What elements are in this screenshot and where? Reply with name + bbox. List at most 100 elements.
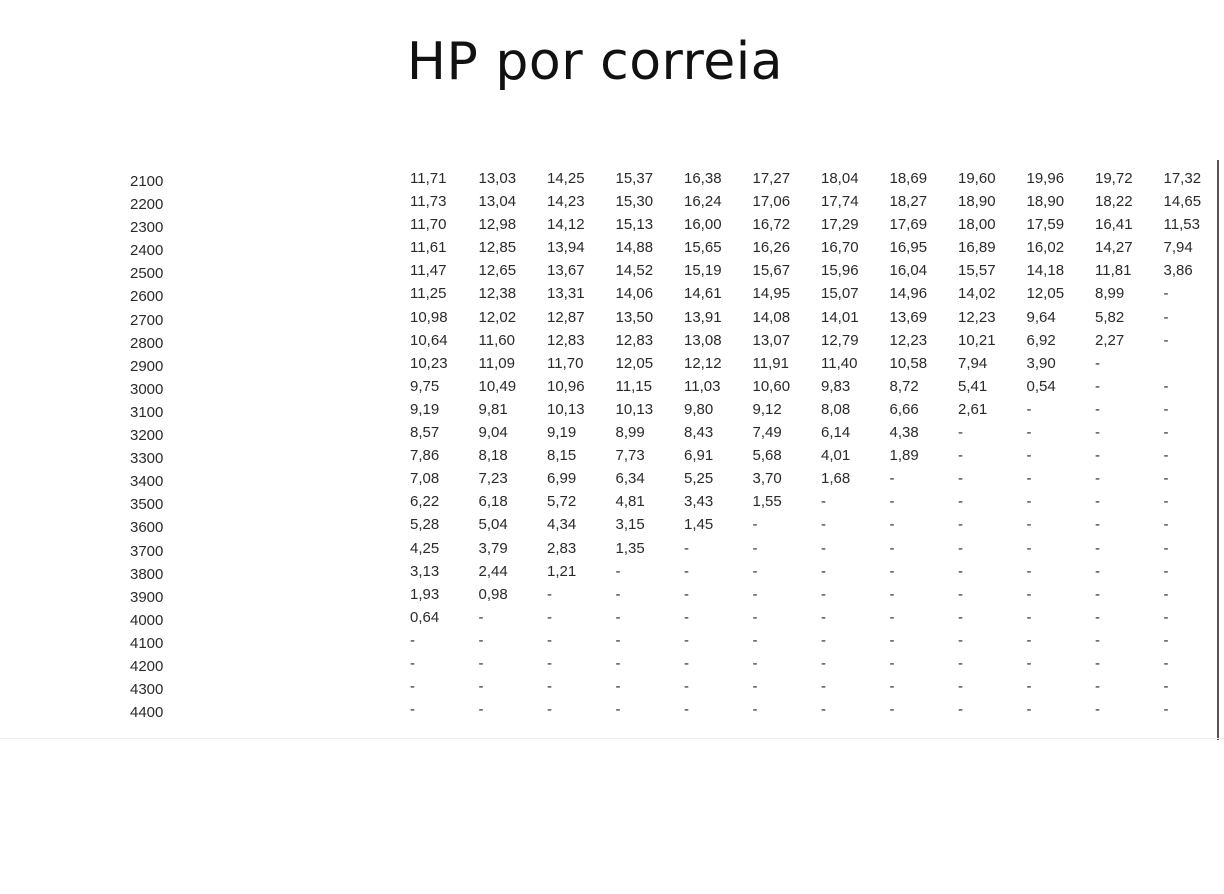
table-cell: - <box>821 585 826 603</box>
rpm-cell: 3200 <box>130 427 164 445</box>
table-cell: - <box>1095 470 1100 488</box>
table-cell: 7,73 <box>615 447 645 465</box>
table-cell: 18,90 <box>958 193 996 211</box>
hp-table: 11,71 13,03 14,25 15,37 16,38 17,27 18,04 18,69… <box>410 167 1210 721</box>
table-cell: 7,23 <box>478 470 508 488</box>
table-cell: - <box>1163 400 1169 418</box>
table-cell: 16,00 <box>684 216 722 234</box>
table-cell: 11,47 <box>410 262 447 280</box>
table-cell: 13,04 <box>478 193 517 211</box>
table-cell: 16,26 <box>752 239 791 257</box>
table-cell: - <box>1095 654 1100 672</box>
table-cell: 10,21 <box>958 331 996 349</box>
table-cell: - <box>615 701 621 719</box>
rpm-cell: 2500 <box>130 265 164 283</box>
table-cell: 15,67 <box>752 262 791 280</box>
table-cell: - <box>821 562 826 580</box>
table-cell: 10,96 <box>547 377 585 395</box>
table-cell: 9,75 <box>410 377 440 395</box>
rpm-cell: 3500 <box>130 496 164 514</box>
table-cell: 11,03 <box>684 377 721 395</box>
table-cell: - <box>547 585 552 603</box>
table-right-border <box>1217 160 1219 740</box>
table-cell: 17,06 <box>752 193 791 211</box>
table-cell: - <box>1163 678 1169 696</box>
rpm-cell: 2200 <box>130 196 164 214</box>
table-cell: - <box>1163 516 1169 534</box>
table-cell: - <box>958 562 963 580</box>
table-cell: - <box>889 701 895 719</box>
table-cell: 19,60 <box>958 170 996 187</box>
table-cell: 15,37 <box>615 170 654 187</box>
table-cell: 14,27 <box>1095 239 1133 257</box>
table-cell: 15,07 <box>821 285 859 303</box>
table-cell: 1,89 <box>889 447 919 465</box>
table-cell: 4,38 <box>889 424 919 442</box>
table-cell: - <box>889 654 895 672</box>
table-cell: 3,15 <box>615 516 645 534</box>
table-cell: - <box>958 631 963 649</box>
rpm-cell: 3900 <box>130 588 164 606</box>
table-cell: 11,09 <box>478 354 515 372</box>
table-cell: - <box>1163 585 1169 603</box>
table-cell: 12,83 <box>615 331 654 349</box>
table-cell: 15,13 <box>615 216 654 234</box>
table-cell: 9,19 <box>547 424 577 442</box>
table-cell: 12,85 <box>478 239 517 257</box>
table-cell: - <box>1095 608 1100 626</box>
table-cell: - <box>1026 562 1032 580</box>
table-cell: - <box>1163 631 1169 649</box>
table-cell: - <box>1026 493 1032 511</box>
table-cell: 12,05 <box>1026 285 1065 303</box>
table-cell: 13,03 <box>478 170 517 187</box>
rpm-cell: 2100 <box>130 173 164 190</box>
rpm-cell: 3800 <box>130 565 164 583</box>
table-cell: 12,87 <box>547 308 585 326</box>
table-cell: 10,49 <box>478 377 517 395</box>
table-cell: 6,18 <box>478 493 508 511</box>
table-cell: - <box>1095 631 1100 649</box>
table-cell: - <box>1163 470 1169 488</box>
table-cell: 11,25 <box>410 285 447 303</box>
table-cell: - <box>1163 331 1169 349</box>
table-cell: 8,08 <box>821 400 851 418</box>
table-cell: 15,57 <box>958 262 996 280</box>
table-cell: 6,34 <box>615 470 645 488</box>
table-cell: 12,12 <box>684 354 722 372</box>
table-cell: - <box>684 539 689 557</box>
table-cell: - <box>958 424 963 442</box>
table-cell: 12,05 <box>615 354 654 372</box>
table-cell: - <box>1163 285 1169 303</box>
table-cell: 16,41 <box>1095 216 1133 234</box>
table-cell: - <box>1026 470 1032 488</box>
table-cell: 7,86 <box>410 447 440 465</box>
table-cell: - <box>1026 447 1032 465</box>
table-cell: 9,19 <box>410 400 440 418</box>
table-cell: 14,25 <box>547 170 585 187</box>
table-cell: - <box>615 631 621 649</box>
table-cell: 17,29 <box>821 216 859 234</box>
table-cell: 8,99 <box>1095 285 1125 303</box>
table-cell: 10,13 <box>615 400 654 418</box>
table-cell: 8,15 <box>547 447 577 465</box>
table-cell: 11,53 <box>1163 216 1200 234</box>
table-cell: - <box>684 654 689 672</box>
table-cell: 15,96 <box>821 262 859 280</box>
rpm-cell: 4400 <box>130 704 164 722</box>
table-cell: - <box>752 585 758 603</box>
table-cell: 11,73 <box>410 193 447 211</box>
table-cell: - <box>752 654 758 672</box>
table-cell: 11,71 <box>410 170 447 187</box>
table-cell: - <box>821 608 826 626</box>
table-cell: 16,95 <box>889 239 928 257</box>
table-cell: 7,94 <box>1163 239 1193 257</box>
rpm-cell: 3600 <box>130 519 164 537</box>
table-cell: - <box>958 701 963 719</box>
table-cell: - <box>615 562 621 580</box>
table-cell: 19,96 <box>1026 170 1065 187</box>
table-cell: 10,98 <box>410 308 448 326</box>
table-cell: - <box>889 493 895 511</box>
table-cell: 18,04 <box>821 170 859 187</box>
table-cell: 4,34 <box>547 516 577 534</box>
page-divider <box>0 738 1224 739</box>
